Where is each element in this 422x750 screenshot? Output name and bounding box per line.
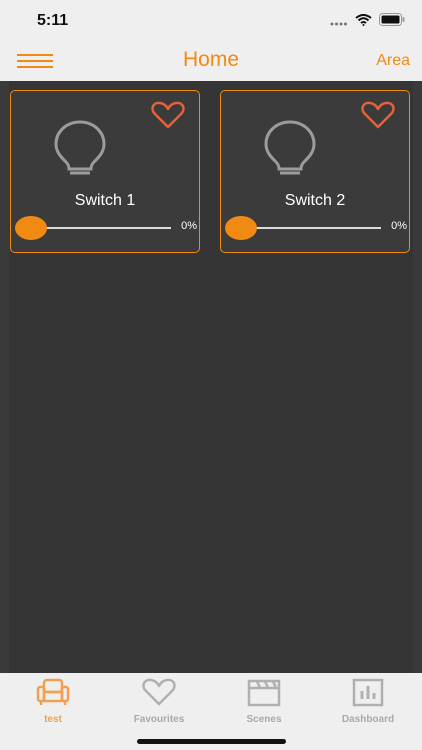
tab-label: Dashboard bbox=[341, 714, 395, 725]
dimmer-slider[interactable] bbox=[15, 216, 171, 240]
dimmer-slider[interactable] bbox=[225, 216, 381, 240]
device-card-switch-1[interactable]: Switch 1 0% bbox=[10, 90, 200, 253]
home-indicator[interactable] bbox=[137, 739, 286, 744]
tab-dashboard[interactable]: Dashboard bbox=[323, 677, 413, 725]
signal-icon bbox=[330, 22, 347, 25]
tab-favourites[interactable]: Favourites bbox=[114, 677, 204, 725]
clapperboard-icon bbox=[247, 679, 281, 707]
heart-icon[interactable] bbox=[361, 101, 395, 129]
lightbulb-icon bbox=[54, 120, 106, 175]
device-grid: Switch 1 0% Switch 2 0% bbox=[0, 81, 422, 673]
wifi-icon bbox=[355, 13, 372, 26]
slider-thumb[interactable] bbox=[15, 216, 47, 240]
bar-chart-icon bbox=[352, 678, 384, 707]
status-time: 5:11 bbox=[37, 12, 69, 29]
battery-icon bbox=[379, 13, 405, 26]
tab-scenes[interactable]: Scenes bbox=[219, 677, 309, 725]
tab-label: Favourites bbox=[133, 714, 185, 725]
device-name: Switch 1 bbox=[74, 192, 136, 209]
page-title: Home bbox=[182, 48, 240, 71]
status-icons bbox=[330, 13, 405, 26]
nav-bar: Home Area bbox=[0, 44, 422, 81]
lightbulb-icon bbox=[264, 120, 316, 175]
device-card-switch-2[interactable]: Switch 2 0% bbox=[220, 90, 410, 253]
device-name: Switch 2 bbox=[284, 192, 346, 209]
tab-label: Scenes bbox=[246, 714, 282, 725]
slider-track bbox=[29, 227, 171, 229]
slider-thumb[interactable] bbox=[225, 216, 257, 240]
dimmer-value: 0% bbox=[391, 220, 407, 232]
heart-icon bbox=[142, 678, 176, 706]
area-button[interactable]: Area bbox=[376, 52, 410, 70]
heart-icon[interactable] bbox=[151, 101, 185, 129]
tab-test[interactable]: test bbox=[8, 677, 98, 725]
dimmer-value: 0% bbox=[181, 220, 197, 232]
tab-label: test bbox=[44, 714, 62, 725]
status-bar: 5:11 bbox=[0, 0, 422, 44]
sofa-icon bbox=[36, 678, 70, 705]
slider-track bbox=[239, 227, 381, 229]
